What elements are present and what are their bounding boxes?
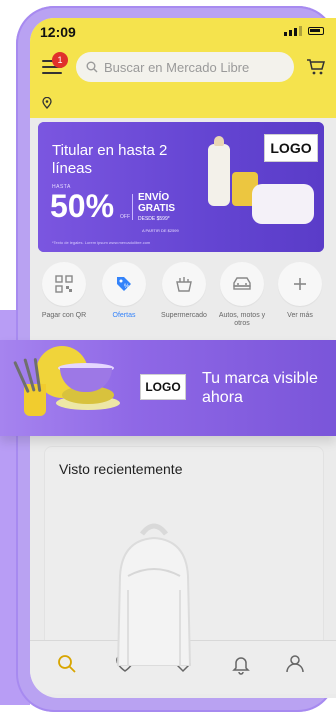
bell-icon	[232, 657, 250, 675]
tab-notifications[interactable]	[230, 653, 252, 675]
status-time: 12:09	[40, 24, 76, 40]
category-label: Ver más	[287, 312, 313, 319]
tab-profile[interactable]	[284, 653, 306, 675]
banner-envio-line2: GRATIS	[138, 203, 176, 214]
banner-envio-line1: ENVÍO	[138, 192, 170, 203]
location-pin-icon	[42, 96, 52, 109]
car-icon	[220, 262, 264, 306]
app-mockup: 12:09 1 Buscar en Mercado Libre Titular …	[0, 0, 336, 715]
qr-icon	[42, 262, 86, 306]
banner-legal: *Texto de legales. Lorem ipsum www.merca…	[52, 240, 151, 245]
banner-off: OFF	[120, 214, 130, 220]
search-icon	[86, 61, 98, 73]
banner-envio: ENVÍO GRATIS	[138, 192, 175, 214]
signal-icon	[284, 26, 302, 36]
ribbon-text: Tu marca visible ahora	[202, 370, 318, 406]
location-button[interactable]	[42, 96, 52, 114]
category-label: Autos, motos y otros	[218, 312, 266, 327]
category-ver-mas[interactable]: Ver más	[272, 262, 328, 320]
ribbon-logo: LOGO	[140, 374, 186, 400]
app-header: 12:09 1 Buscar en Mercado Libre	[30, 18, 336, 118]
banner-apartir: A PARTIR DE $2599	[142, 228, 179, 233]
notification-badge: 1	[52, 52, 68, 68]
basket-icon	[162, 262, 206, 306]
plus-icon	[278, 262, 322, 306]
svg-text:%: %	[124, 284, 130, 290]
banner-desde: DESDE $599*	[138, 216, 170, 222]
battery-icon	[308, 27, 324, 35]
backpack-image	[116, 523, 192, 666]
tab-search[interactable]	[56, 653, 78, 675]
cart-icon	[307, 59, 325, 75]
banner-title: Titular en hasta 2 líneas	[52, 142, 168, 177]
promo-banner[interactable]: Titular en hasta 2 líneas HASTA 50% OFF …	[38, 122, 324, 252]
banner-logo: LOGO	[264, 134, 318, 162]
category-supermercado[interactable]: Supermercado	[156, 262, 212, 320]
category-label: Ofertas	[112, 312, 136, 319]
banner-discount: 50%	[50, 188, 115, 224]
baby-bottle-image	[208, 136, 230, 206]
search-icon	[58, 655, 76, 673]
search-placeholder: Buscar en Mercado Libre	[104, 59, 250, 75]
search-bar[interactable]: Buscar en Mercado Libre	[76, 52, 294, 82]
tag-icon: %	[102, 262, 146, 306]
banner-divider	[132, 194, 133, 220]
category-label: Pagar con QR	[41, 312, 87, 319]
category-ofertas[interactable]: % Ofertas	[96, 262, 152, 320]
user-icon	[286, 655, 304, 673]
recently-viewed-title: Visto recientemente	[59, 461, 183, 477]
status-icons	[284, 26, 324, 36]
category-shortcuts: Pagar con QR % Ofertas Supermercado Auto…	[30, 262, 336, 352]
diapers-image	[252, 184, 314, 224]
category-label: Supermercado	[161, 312, 207, 319]
category-pagar-qr[interactable]: Pagar con QR	[36, 262, 92, 320]
category-autos[interactable]: Autos, motos y otros	[214, 262, 270, 328]
cart-button[interactable]	[306, 58, 326, 81]
